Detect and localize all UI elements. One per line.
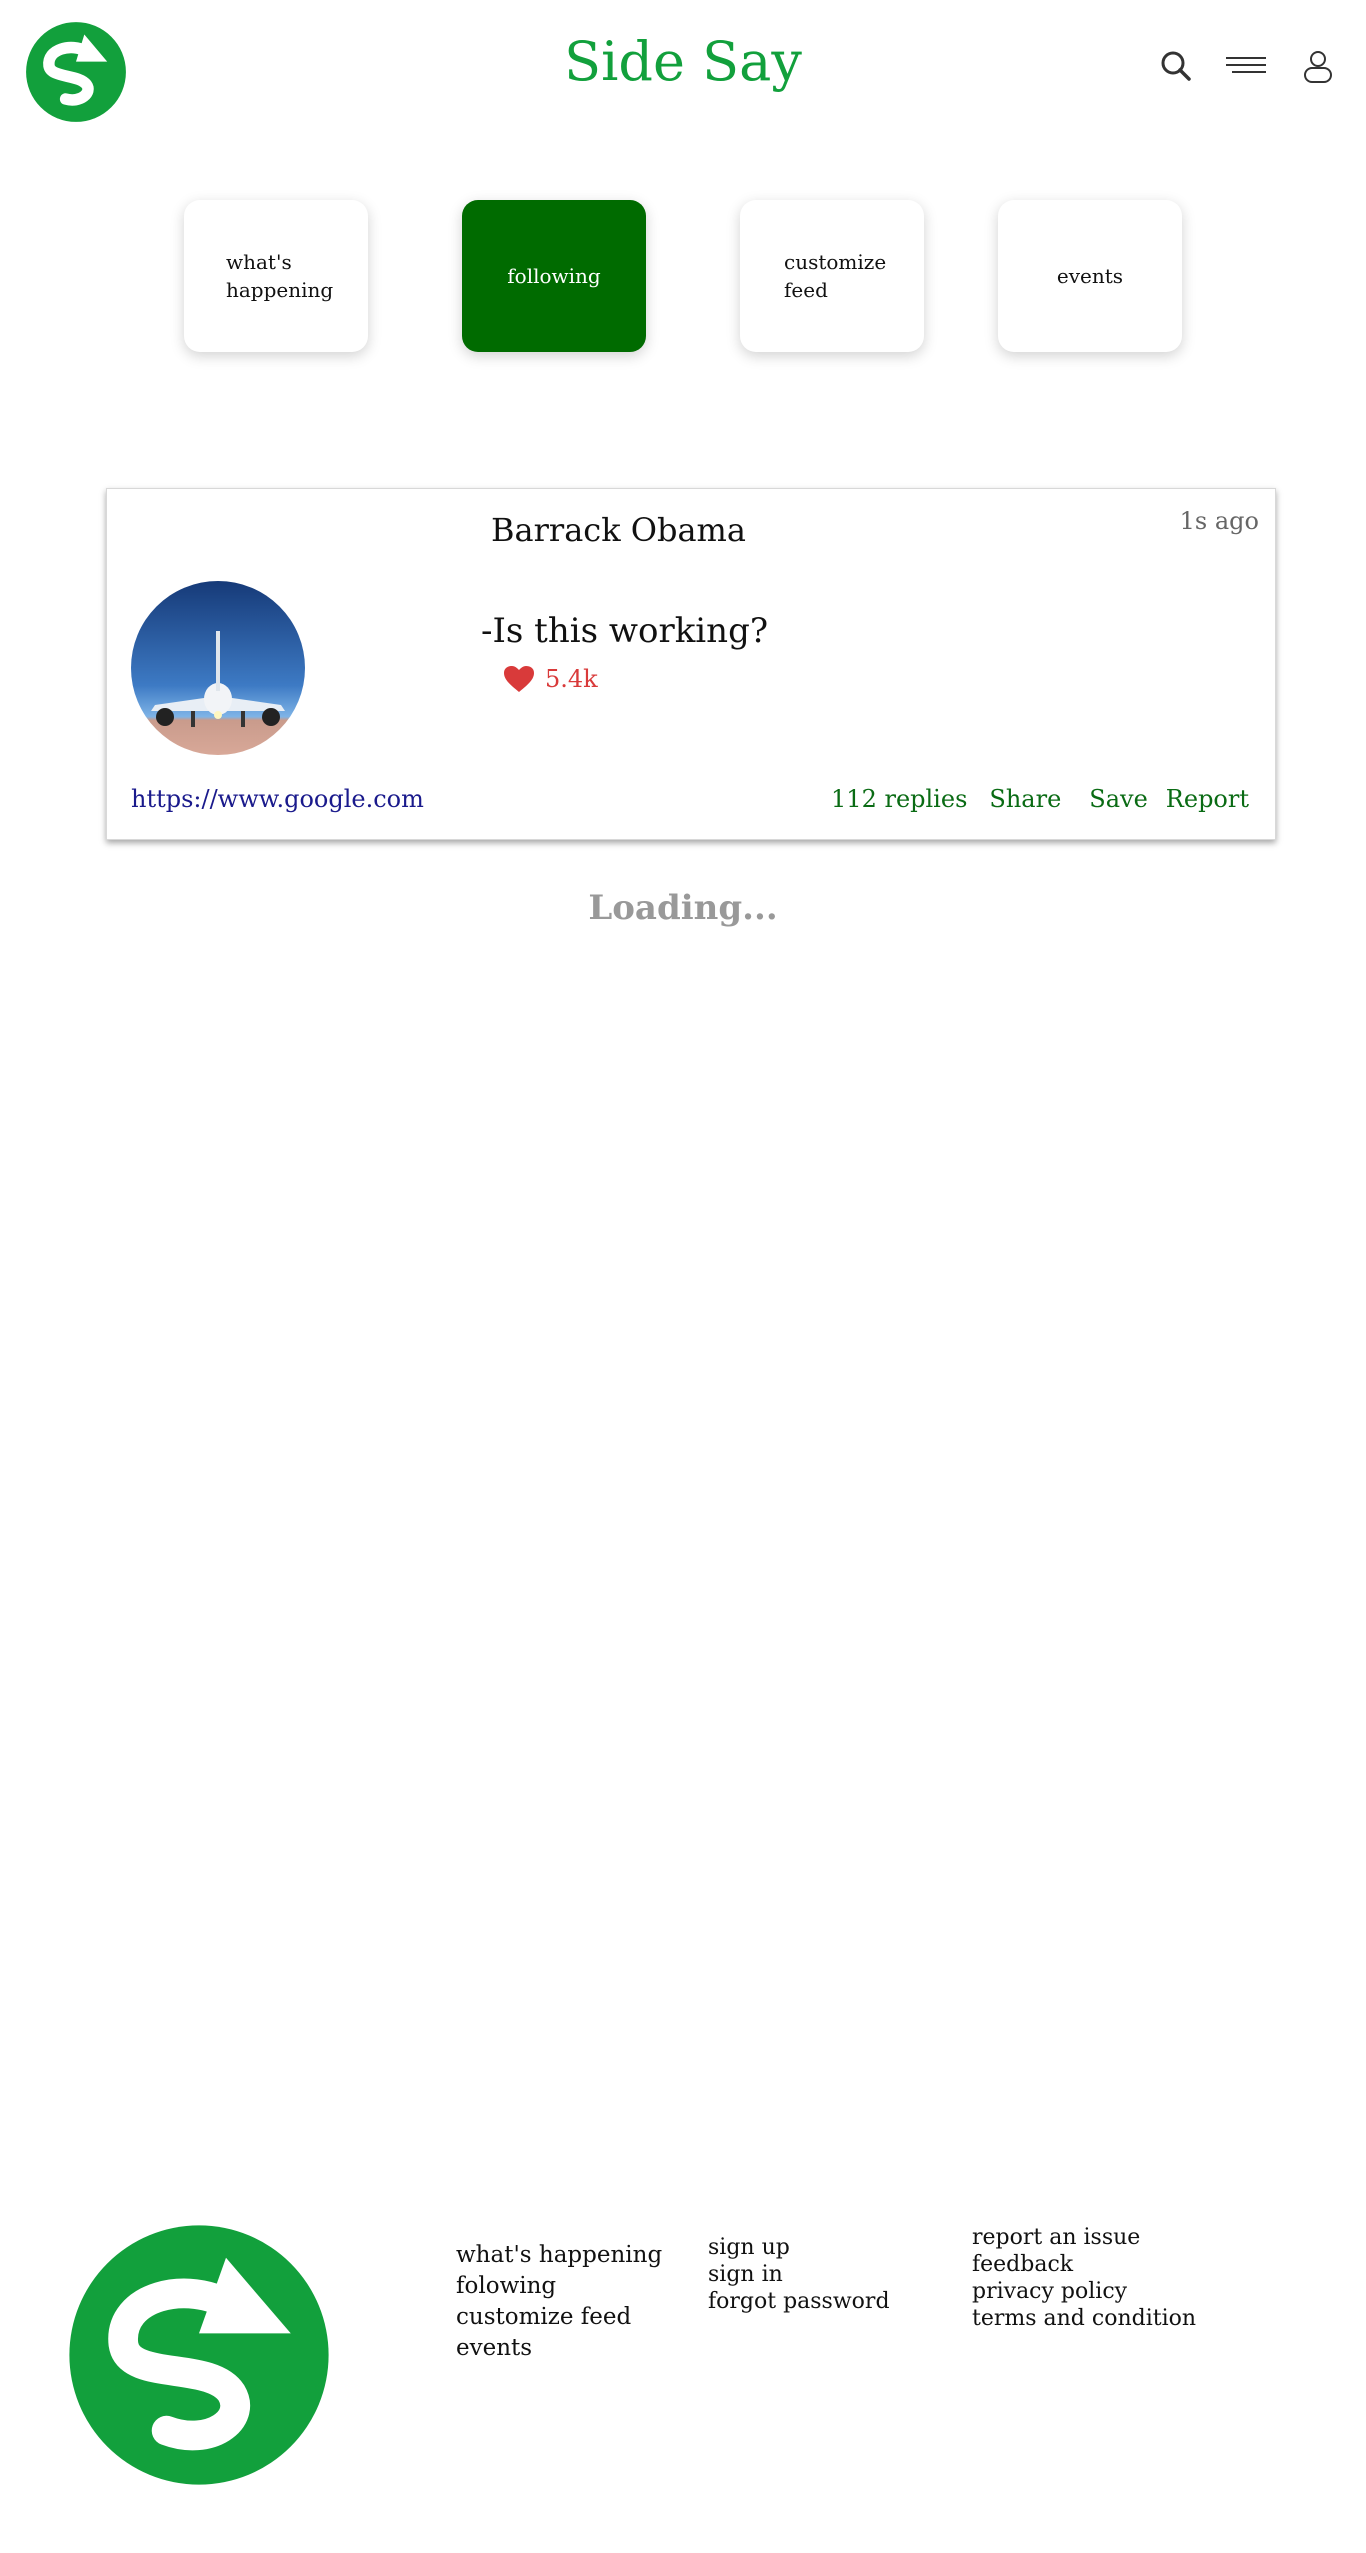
share-button[interactable]: Share [989, 785, 1061, 813]
tab-label: events [1056, 264, 1124, 288]
footer-link-forgot-password[interactable]: forgot password [708, 2288, 890, 2315]
footer-link-sign-in[interactable]: sign in [708, 2261, 890, 2288]
footer-link-report-issue[interactable]: report an issue [972, 2224, 1196, 2251]
like-button[interactable]: 5.4k [503, 665, 598, 693]
tab-label: following [507, 264, 601, 288]
footer-link-privacy-policy[interactable]: privacy policy [972, 2278, 1196, 2305]
tab-events[interactable]: events [998, 200, 1182, 352]
post-link[interactable]: https://www.google.com [131, 785, 424, 813]
footer-logo [69, 2225, 329, 2485]
tab-following[interactable]: following [462, 200, 646, 352]
tab-customize-feed[interactable]: customize feed [740, 200, 924, 352]
save-button[interactable]: Save [1089, 785, 1148, 813]
loading-indicator: Loading... [588, 888, 778, 928]
footer-link-feedback[interactable]: feedback [972, 2251, 1196, 2278]
like-count: 5.4k [545, 665, 598, 693]
avatar[interactable] [131, 581, 305, 755]
tab-label: customize feed [784, 250, 887, 302]
footer-nav-links: what's happening folowing customize feed… [456, 2240, 662, 2364]
footer-link-sign-up[interactable]: sign up [708, 2234, 890, 2261]
menu-icon[interactable] [1222, 44, 1270, 88]
replies-button[interactable]: 112 replies [831, 785, 967, 813]
footer-info-links: report an issue feedback privacy policy … [972, 2224, 1196, 2332]
search-icon[interactable] [1154, 44, 1198, 88]
tab-label: what's happening [226, 250, 334, 302]
report-button[interactable]: Report [1166, 785, 1249, 813]
post-author[interactable]: Barrack Obama [491, 511, 746, 549]
footer-link-following[interactable]: folowing [456, 2271, 662, 2302]
footer-link-events[interactable]: events [456, 2333, 662, 2364]
footer-link-customize-feed[interactable]: customize feed [456, 2302, 662, 2333]
user-icon[interactable] [1296, 44, 1340, 88]
post-card: Barrack Obama 1s ago -Is this working? 5… [106, 488, 1276, 840]
footer-link-terms[interactable]: terms and condition [972, 2305, 1196, 2332]
footer-link-whats-happening[interactable]: what's happening [456, 2240, 662, 2271]
footer-account-links: sign up sign in forgot password [708, 2234, 890, 2315]
post-timestamp: 1s ago [1179, 507, 1259, 535]
tab-whats-happening[interactable]: what's happening [184, 200, 368, 352]
post-text: -Is this working? [481, 611, 769, 651]
heart-icon [504, 666, 534, 692]
post-actions: 112 replies Share Save Report [831, 785, 1249, 813]
